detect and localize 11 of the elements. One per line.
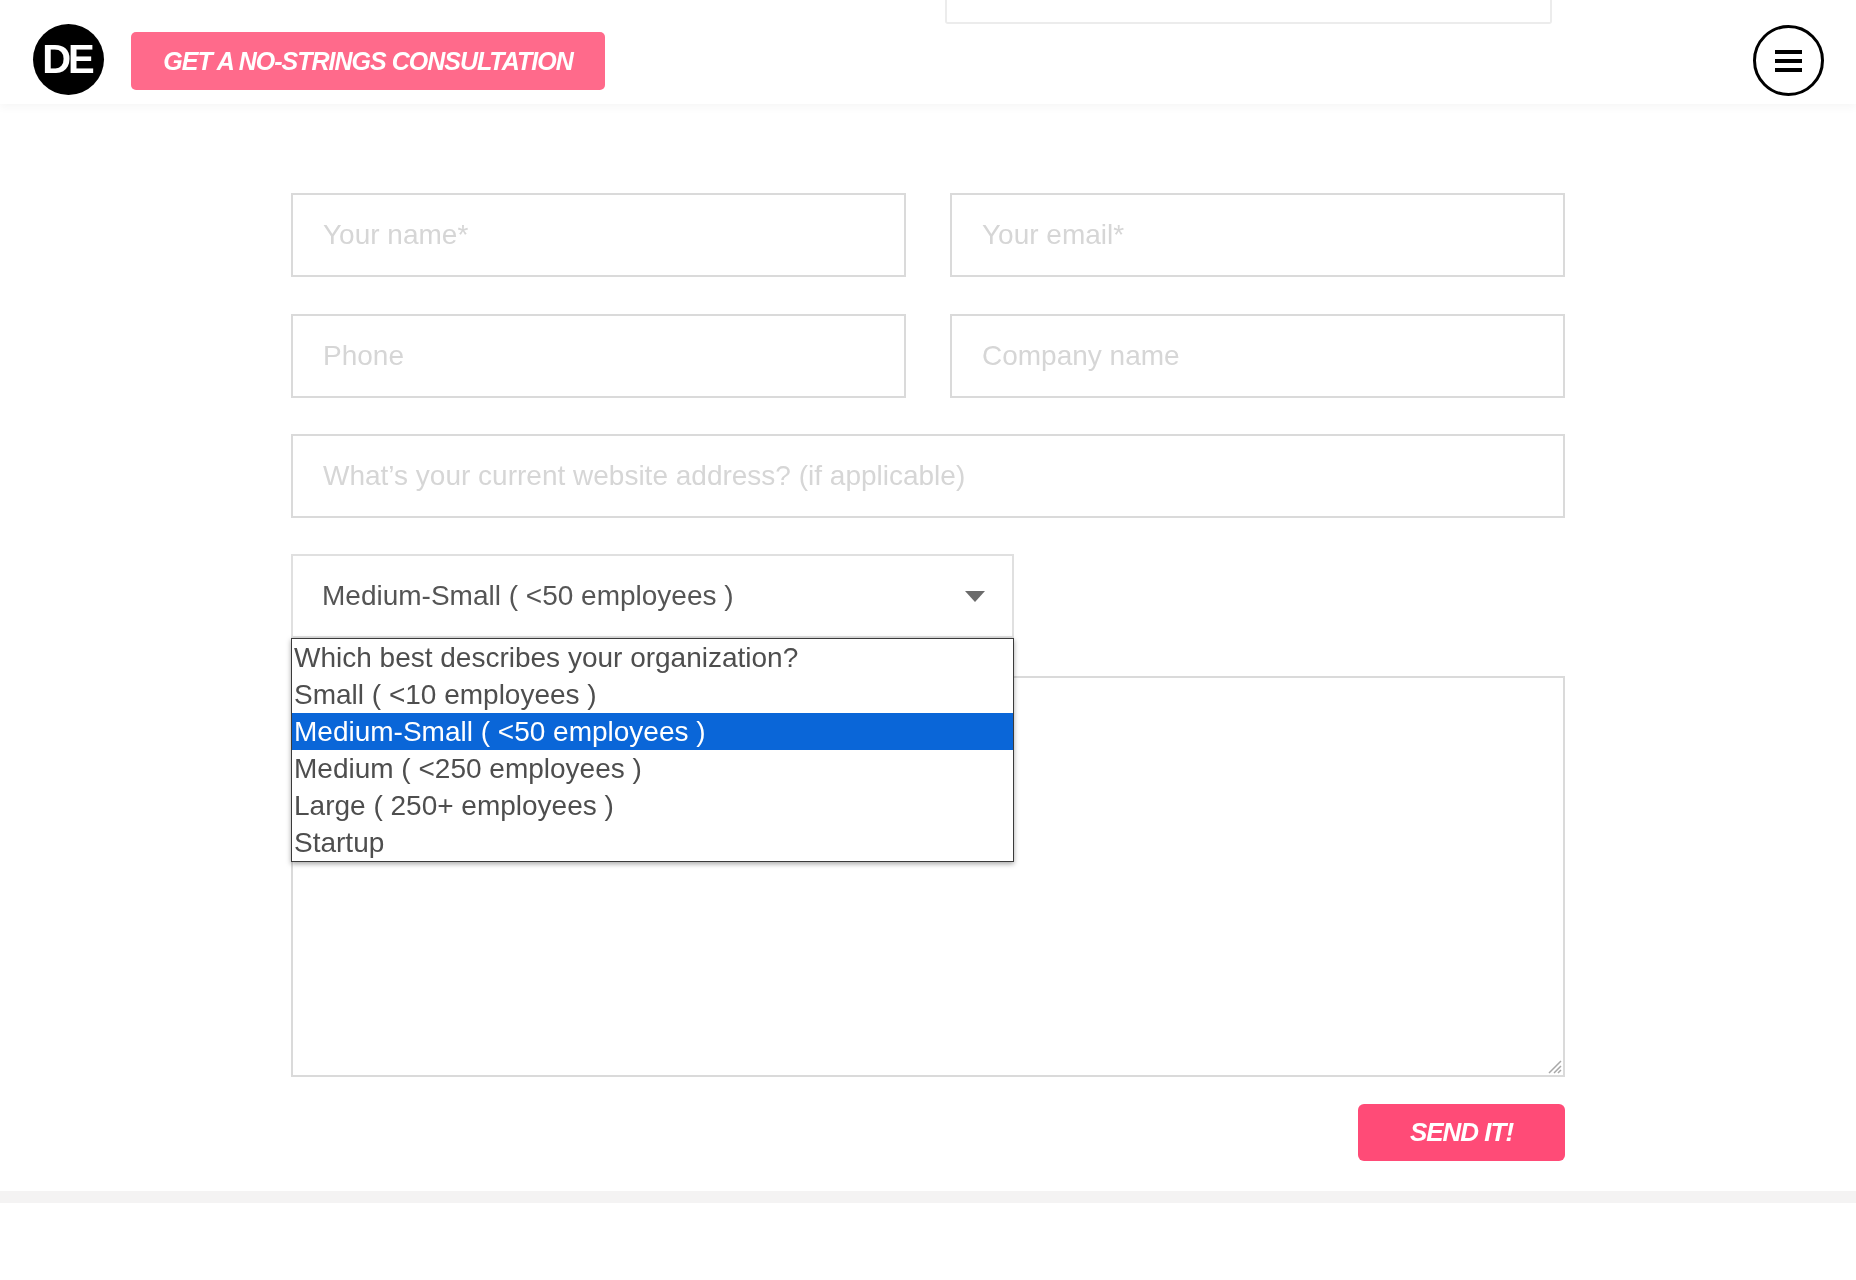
caret-icon: [965, 590, 985, 602]
select-field[interactable]: Medium-Small ( <50 employees ): [291, 554, 1014, 638]
menu-icon: [1775, 49, 1802, 72]
logo[interactable]: DE: [33, 24, 104, 95]
dropdown-option[interactable]: Large ( 250+ employees ): [292, 787, 1013, 824]
dropdown-option[interactable]: Medium ( <250 employees ): [292, 750, 1013, 787]
dropdown-option[interactable]: Startup: [292, 824, 1013, 861]
dropdown-option[interactable]: Which best describes your organization?: [292, 639, 1013, 676]
resize-grip-icon: [1546, 1058, 1562, 1074]
dropdown-option[interactable]: Medium-Small ( <50 employees ): [292, 713, 1013, 750]
dropdown-option[interactable]: Small ( <10 employees ): [292, 676, 1013, 713]
